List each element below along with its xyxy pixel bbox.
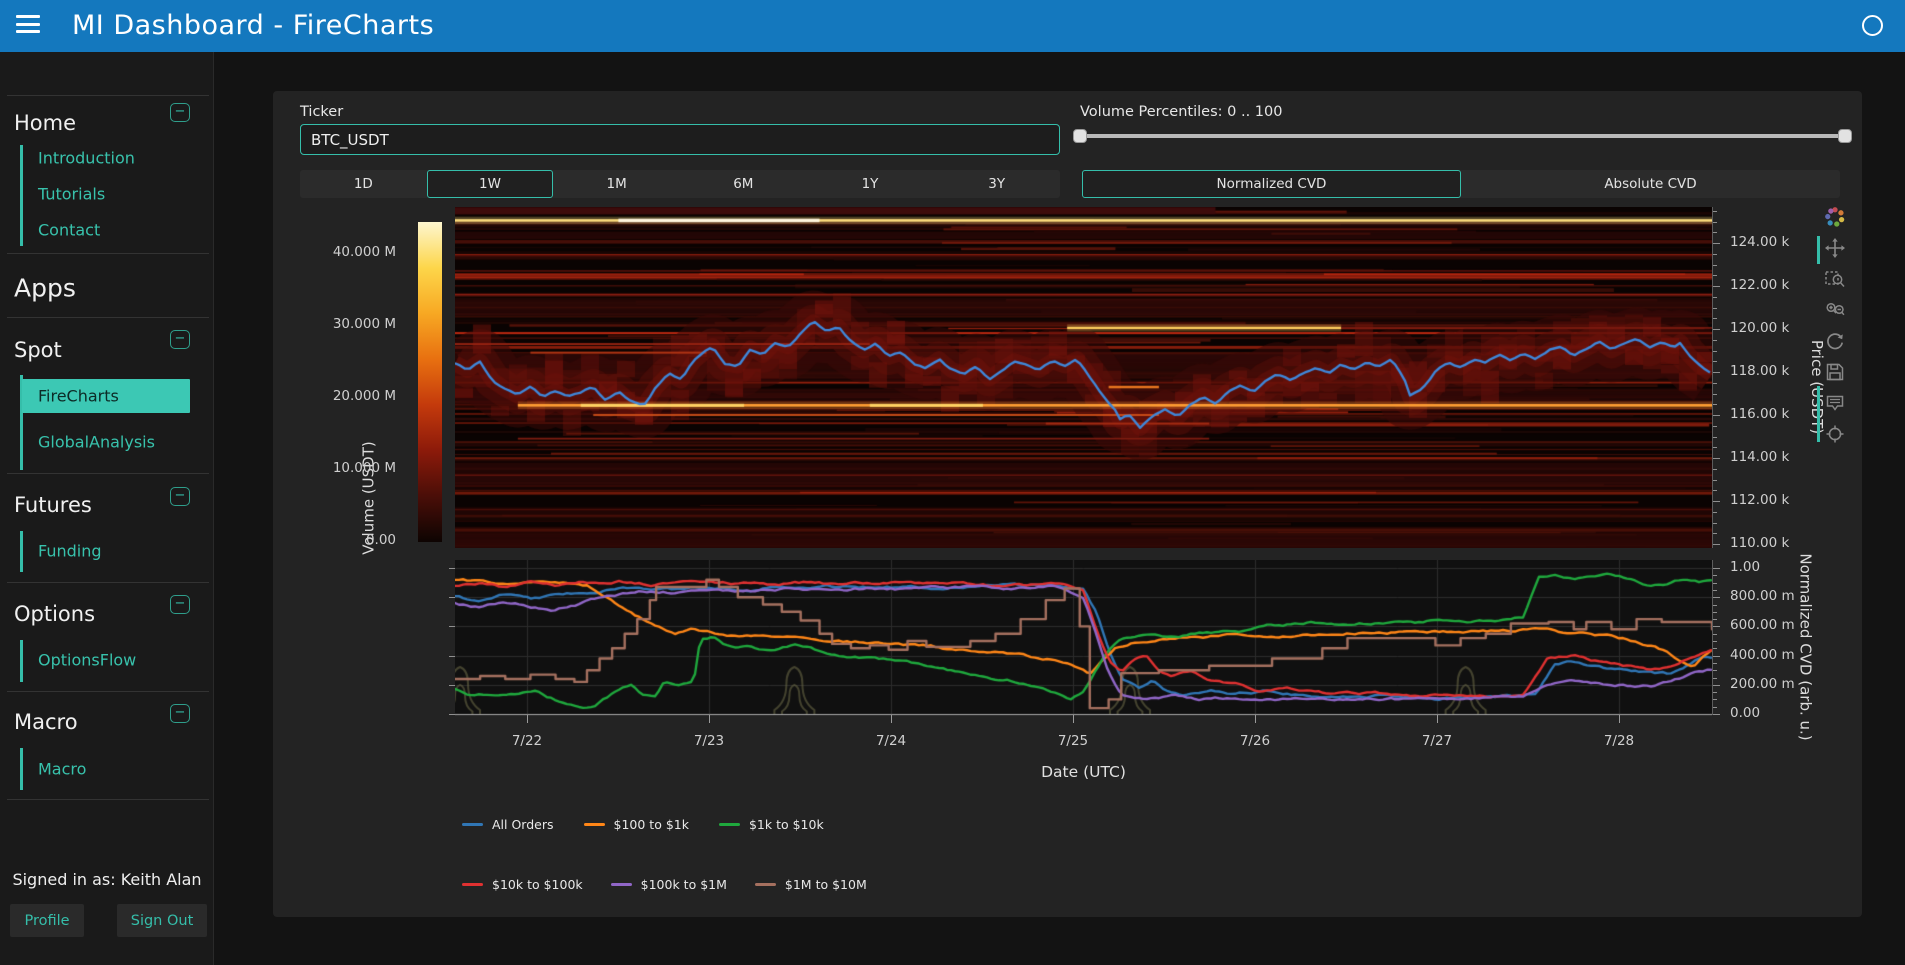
volume-colorbar — [418, 222, 442, 542]
sidebar-item-funding[interactable]: Funding — [38, 542, 102, 561]
sidebar: Home − Introduction Tutorials Contact Ap… — [0, 52, 214, 965]
sidebar-section-options: Options — [14, 602, 95, 626]
legend-item[interactable]: $10k to $100k — [462, 877, 583, 892]
zoom-in-out-icon[interactable] — [1822, 297, 1848, 323]
crosshair-spikes-icon[interactable] — [1822, 421, 1848, 447]
legend-label: $1k to $10k — [749, 817, 824, 832]
app-header: MI Dashboard - FireCharts — [0, 0, 1905, 52]
legend-label: $100 to $1k — [614, 817, 689, 832]
divider — [7, 691, 209, 692]
x-axis-title: Date (UTC) — [455, 763, 1712, 781]
sidebar-section-spot: Spot — [14, 338, 62, 362]
app-root: MI Dashboard - FireCharts Home − Introdu… — [0, 0, 1905, 965]
divider — [7, 95, 209, 96]
colorbar-axis-title: Volume (USDT) — [360, 441, 378, 554]
divider — [7, 253, 209, 254]
cvd-mode-button-group: Normalized CVDAbsolute CVD — [1082, 170, 1840, 198]
slider-handle-max[interactable] — [1838, 129, 1852, 143]
legend-row: All Orders $100 to $1k $1k to $10k — [462, 817, 824, 832]
cvd-line-chart[interactable] — [455, 560, 1712, 728]
legend-swatch — [755, 883, 776, 887]
range-button-1d[interactable]: 1D — [300, 170, 427, 198]
range-button-6m[interactable]: 6M — [680, 170, 807, 198]
legend-label: $10k to $100k — [492, 877, 583, 892]
timerange-button-group: 1D1W1M6M1Y3Y — [300, 170, 1060, 198]
sidebar-item-contact[interactable]: Contact — [38, 221, 100, 240]
volume-percentiles-slider[interactable] — [1080, 126, 1845, 146]
legend-swatch — [462, 883, 483, 887]
profile-button[interactable]: Profile — [10, 904, 84, 937]
sidebar-section-futures: Futures — [14, 493, 92, 517]
legend-row: $10k to $100k $100k to $1M $1M to $10M — [462, 877, 867, 892]
legend-swatch — [719, 823, 740, 827]
group-indicator — [20, 531, 23, 572]
group-indicator — [20, 640, 23, 682]
group-indicator — [20, 748, 23, 790]
legend-swatch — [611, 883, 632, 887]
signed-in-label: Signed in as: Keith Alan — [0, 870, 214, 889]
sidebar-item-introduction[interactable]: Introduction — [38, 149, 135, 168]
cvd-button-absolute-cvd[interactable]: Absolute CVD — [1461, 170, 1840, 198]
sign-out-button[interactable]: Sign Out — [117, 904, 207, 937]
legend-item[interactable]: $1M to $10M — [755, 877, 867, 892]
hamburger-menu-icon[interactable] — [16, 15, 40, 37]
divider — [7, 799, 209, 800]
sidebar-item-optionsflow[interactable]: OptionsFlow — [38, 651, 136, 670]
sidebar-section-apps: Apps — [14, 274, 76, 303]
divider — [7, 473, 209, 474]
sidebar-item-globalanalysis[interactable]: GlobalAnalysis — [38, 433, 155, 452]
legend-swatch — [584, 823, 605, 827]
user-circle-icon[interactable] — [1862, 15, 1883, 36]
range-button-3y[interactable]: 3Y — [933, 170, 1060, 198]
legend-item[interactable]: $100k to $1M — [611, 877, 727, 892]
range-button-1m[interactable]: 1M — [553, 170, 680, 198]
modebar-active-indicator — [1817, 236, 1820, 264]
slider-track[interactable] — [1080, 134, 1845, 138]
ticker-input[interactable] — [300, 124, 1060, 155]
range-button-1w[interactable]: 1W — [427, 170, 554, 198]
pan-icon[interactable] — [1822, 235, 1848, 261]
legend-label: $100k to $1M — [641, 877, 727, 892]
sidebar-section-macro: Macro — [14, 710, 78, 734]
collapse-spot-button[interactable]: − — [170, 330, 190, 349]
autoscale-icon[interactable] — [1822, 328, 1848, 354]
collapse-options-button[interactable]: − — [170, 595, 190, 614]
app-title: MI Dashboard - FireCharts — [72, 0, 434, 52]
slider-handle-min[interactable] — [1073, 129, 1087, 143]
range-button-1y[interactable]: 1Y — [807, 170, 934, 198]
volume-percentiles-label: Volume Percentiles: 0 .. 100 — [1080, 104, 1282, 120]
legend-label: $1M to $10M — [785, 877, 867, 892]
hover-tooltip-icon[interactable] — [1822, 390, 1848, 416]
legend-item[interactable]: All Orders — [462, 817, 554, 832]
group-indicator — [20, 145, 23, 246]
ticker-label: Ticker — [300, 104, 343, 120]
box-zoom-icon[interactable] — [1822, 266, 1848, 292]
plotly-logo-icon[interactable] — [1822, 204, 1848, 230]
collapse-home-button[interactable]: − — [170, 103, 190, 122]
legend-label: All Orders — [492, 817, 554, 832]
legend-swatch — [462, 823, 483, 827]
legend-item[interactable]: $100 to $1k — [584, 817, 689, 832]
collapse-futures-button[interactable]: − — [170, 487, 190, 506]
fire-heatmap-chart[interactable] — [455, 207, 1712, 548]
divider — [7, 317, 209, 318]
sidebar-item-macro[interactable]: Macro — [38, 760, 86, 779]
sidebar-section-home: Home — [14, 111, 76, 135]
collapse-macro-button[interactable]: − — [170, 704, 190, 723]
cvd-button-normalized-cvd[interactable]: Normalized CVD — [1082, 170, 1461, 198]
sidebar-item-tutorials[interactable]: Tutorials — [38, 185, 105, 204]
modebar-active-indicator — [1817, 386, 1820, 442]
divider — [7, 582, 209, 583]
save-icon[interactable] — [1822, 359, 1848, 385]
chart-modebar — [1822, 204, 1854, 447]
sidebar-item-firecharts[interactable]: FireCharts — [22, 379, 190, 413]
cvd-axis-title: Normalized CVD (arb. u.) — [1797, 553, 1815, 740]
legend-item[interactable]: $1k to $10k — [719, 817, 824, 832]
